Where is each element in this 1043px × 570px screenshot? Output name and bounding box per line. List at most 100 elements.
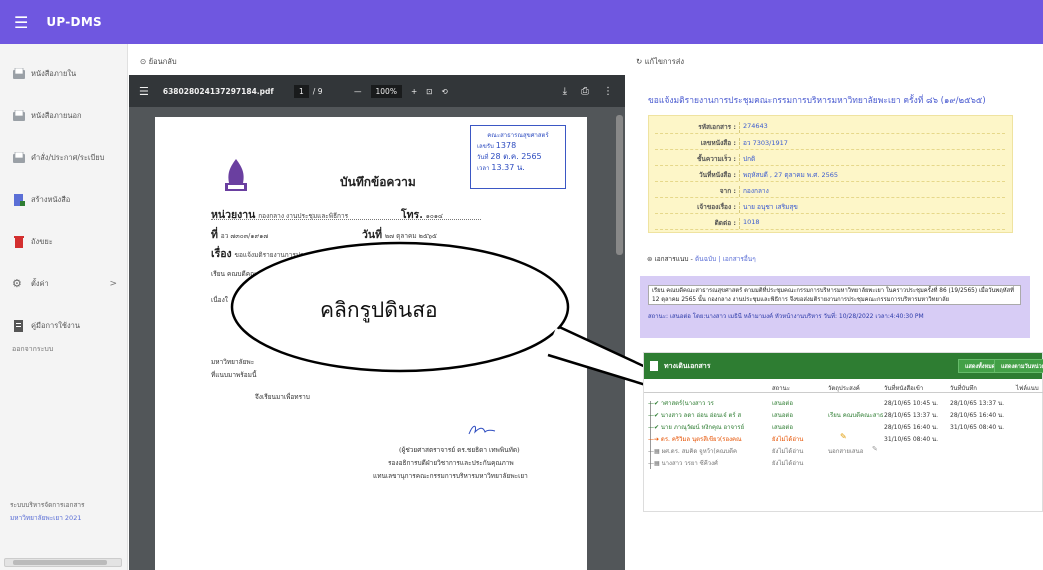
pdf-filename: 638028024137297184.pdf: [162, 86, 274, 96]
stamp-time-value: 13.37 น.: [491, 163, 525, 172]
sidebar-horizontal-scrollbar[interactable]: [4, 558, 122, 567]
route-status: เสนอต่อ: [772, 424, 793, 431]
info-row: วันที่หนังสือ : พฤหัสบดี , 27 ตุลาคม พ.ศ.…: [655, 170, 1005, 182]
table-row[interactable]: —▦ ผศ.ดร. สมคิด จูหว้า(คณบดีค ยังไม่ได้อ…: [644, 445, 1043, 456]
more-vertical-icon[interactable]: ⋮: [603, 86, 613, 97]
sidebar-item-label: ตั้งค่า: [31, 279, 49, 288]
info-value: ปกติ: [739, 154, 755, 165]
back-link[interactable]: ⊙ ย้อนกลับ: [140, 56, 177, 68]
original-file-link[interactable]: ต้นฉบับ: [695, 255, 716, 263]
route-person: —▦ นางสาว วรยา ซีคีวงศ์: [648, 460, 718, 467]
sidebar-item-label: ถังขยะ: [31, 237, 53, 246]
table-row[interactable]: —▦ นางสาว วรยา ซีคีวงศ์ ยังไม่ได้อ่าน: [644, 457, 1043, 468]
info-value: พฤหัสบดี , 27 ตุลาคม พ.ศ. 2565: [739, 170, 838, 181]
date-value: ๒๗ ตุลาคม ๒๕๖๕: [384, 232, 437, 240]
zoom-in-button[interactable]: +: [411, 87, 417, 96]
document-info: รหัสเอกสาร :274643 เลขหนังสือ : อว 7303/1…: [648, 115, 1013, 233]
other-files-link[interactable]: เอกสารอื่นๆ: [723, 255, 756, 263]
footer-line-2: มหาวิทยาลัยพะเยา 2021: [10, 514, 82, 522]
memo-title: บันทึกข้อความ: [340, 175, 416, 189]
sidebar-item-label: หนังสือภายใน: [31, 69, 77, 78]
sidebar-item-create[interactable]: สร้างหนังสือ: [0, 190, 127, 210]
route-person: —✔ าศาสตร์(นางสาว วร: [648, 400, 714, 407]
info-key: เลขหนังสือ :: [700, 139, 736, 147]
tel-row: โทร. ๑๐๑๔: [401, 206, 443, 223]
col-purpose: วัตถุประสงค์: [828, 385, 860, 392]
info-key: จาก :: [719, 187, 736, 195]
app-title: UP-DMS: [46, 15, 102, 29]
hamburger-icon[interactable]: ☰: [14, 13, 28, 32]
to-line: เรียน คณบดีคณ: [211, 270, 257, 278]
col-status: สถานะ: [772, 385, 790, 392]
pdf-toolbar: ☰ 638028024137297184.pdf 1 / 9 — 100% + …: [129, 75, 625, 107]
body-line-1: เนื่องใ: [211, 296, 228, 304]
info-value: อว 7303/1917: [739, 138, 788, 149]
sidebar-item-trash[interactable]: ถังขยะ: [0, 232, 127, 252]
table-row[interactable]: —✔ นางสาว ลดา อ่อน อ่อนเจ๋ ตร์ ส เสนอต่อ…: [644, 409, 1043, 420]
info-value: นาย อนุชา เสริมสุข: [739, 202, 798, 213]
route-record-date: 31/10/65 08:40 น.: [950, 424, 1005, 431]
document-route-panel: ทางเดินเอกสาร แสดงทั้งหมด แสดงตามวันหน่ว…: [643, 352, 1043, 512]
closing-line: จึงเรียนมาเพื่อทราบ: [255, 393, 310, 401]
table-row[interactable]: —➔ ดร. คริวิมล นุตรสีเขียว(รองคณ ยังไม่ไ…: [644, 432, 1043, 444]
refresh-icon: ↻: [636, 57, 643, 66]
zoom-out-button[interactable]: —: [354, 87, 362, 96]
col-attachment: ไฟล์แนบ: [1016, 385, 1039, 392]
top-app-bar: ☰ UP-DMS: [0, 0, 1043, 44]
table-row[interactable]: —✔ นาย ภาณุวัฒน์ หงิกคุณ อาจารย์ เสนอต่อ…: [644, 421, 1043, 432]
info-value: 274643: [739, 122, 768, 133]
body-line-3: ที่แนบมาพร้อมนี้: [211, 371, 257, 379]
signer-role: แทนเลขานุการคณะกรรมการบริหารมหาวิทยาลัยพ…: [373, 472, 528, 480]
sidebar: หนังสือภายใน หนังสือภายนอก คำสั่ง/ประกาศ…: [0, 44, 128, 570]
info-row: ชั้นความเร็ว : ปกติ: [655, 154, 1005, 166]
route-status: ยังไม่ได้อ่าน: [772, 436, 804, 443]
zoom-level[interactable]: 100%: [370, 84, 402, 98]
route-record-date: 28/10/65 16:40 น.: [950, 412, 1005, 419]
trash-icon: [14, 236, 24, 248]
document-icon: [650, 361, 658, 371]
route-header: ทางเดินเอกสาร แสดงทั้งหมด แสดงตามวันหน่ว…: [644, 353, 1043, 379]
signer-position: รองอธิการบดีฝ่ายวิชาการและประกันคุณภาพ: [388, 459, 514, 467]
inbox-icon: [13, 110, 25, 121]
print-icon[interactable]: ⎙: [581, 86, 589, 97]
info-value: กองกลาง: [739, 186, 769, 197]
table-row[interactable]: —✔ าศาสตร์(นางสาว วร เสนอต่อ 28/10/65 10…: [644, 397, 1043, 408]
page-number-input[interactable]: 1: [294, 84, 309, 98]
manual-icon: [14, 320, 23, 332]
sidebar-item-settings[interactable]: ⚙ ตั้งค่า >: [0, 274, 127, 294]
subject-value: ขอแจ้งมติรายงานการประ: [234, 251, 307, 259]
note-textarea[interactable]: เรียน คณบดีคณะสาธารณสุขศาสตร์ ตามมติที่ป…: [648, 285, 1021, 305]
pencil-icon[interactable]: ✎: [840, 432, 847, 441]
logout-link[interactable]: ออกจากระบบ: [0, 344, 127, 355]
callout-text: คลิกรูปดินสอ: [320, 298, 438, 322]
rotate-icon[interactable]: ⟲: [442, 87, 448, 96]
paperclip-icon: ⊜: [647, 255, 653, 263]
stamp-time-label: เวลา: [477, 165, 490, 172]
fit-page-icon[interactable]: ⊡: [426, 87, 432, 96]
stamp-date-label: วันที่: [477, 154, 489, 161]
info-key: รหัสเอกสาร :: [698, 123, 736, 131]
pencil-icon[interactable]: ✎: [872, 445, 878, 453]
pdf-scrollbar[interactable]: [616, 115, 623, 255]
sidebar-item-internal[interactable]: หนังสือภายใน: [0, 64, 127, 84]
info-row: เลขหนังสือ : อว 7303/1917: [655, 138, 1005, 150]
show-by-unit-button[interactable]: แสดงตามวันหน่วย: [994, 359, 1043, 373]
sidebar-item-orders[interactable]: คำสั่ง/ประกาศ/ระเบียบ: [0, 148, 127, 168]
stamp-no-value: 1378: [495, 141, 517, 150]
pdf-actions: ⤓ ⎙ ⋮: [563, 86, 613, 97]
stamp-faculty: คณะสาธารณสุขศาสตร์: [487, 132, 549, 139]
edit-send-link[interactable]: ↻ แก้ไขการส่ง: [636, 56, 684, 68]
subject-tail: (๑๙/๒๕๖๕): [450, 251, 485, 259]
pdf-menu-icon[interactable]: ☰: [139, 85, 149, 98]
route-in-date: 28/10/65 10:45 น.: [884, 400, 939, 407]
route-record-date: 28/10/65 13:37 น.: [950, 400, 1005, 407]
attach-separator: |: [718, 255, 721, 263]
dept-row: หน่วยงาน กองกลาง งานประชุมและพิธีการ: [211, 206, 348, 223]
sidebar-item-manual[interactable]: คู่มือการใช้งาน: [0, 316, 127, 336]
status-line: สถานะ: เสนอต่อ โดย:นางสาว เมธินี หล้ามาม…: [648, 313, 924, 320]
sidebar-item-external[interactable]: หนังสือภายนอก: [0, 106, 127, 126]
route-in-date: 28/10/65 13:37 น.: [884, 412, 939, 419]
scrollbar-thumb[interactable]: [13, 560, 107, 565]
download-icon[interactable]: ⤓: [563, 86, 567, 97]
route-person: —✔ นาย ภาณุวัฒน์ หงิกคุณ อาจารย์: [648, 424, 745, 431]
